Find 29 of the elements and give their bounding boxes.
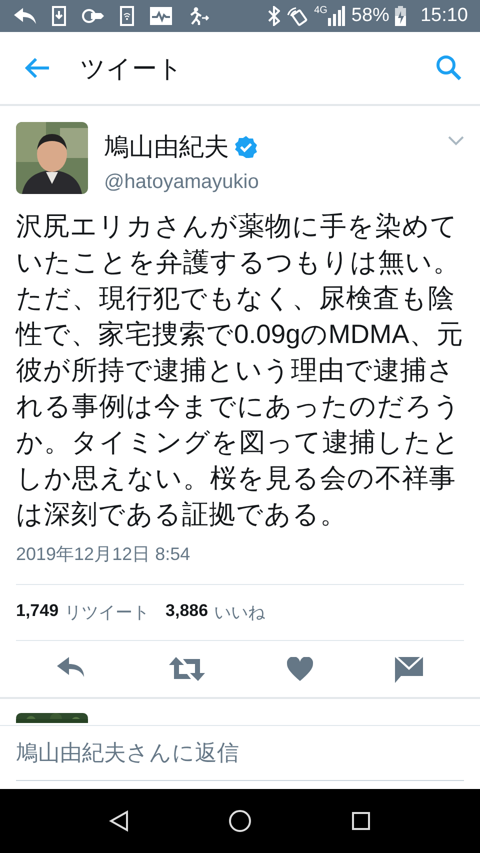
running-person-icon [188, 7, 210, 25]
reply-input-field[interactable]: 鳩山由紀夫さんに返信 [16, 726, 464, 781]
signal-icon [327, 6, 346, 26]
user-name: 鳩山由紀夫 [104, 132, 229, 163]
key-icon [82, 8, 104, 24]
message-button[interactable] [395, 657, 423, 683]
bluetooth-icon [268, 6, 280, 26]
stat-label: リツイート [64, 602, 150, 624]
retweet-button[interactable] [169, 657, 205, 683]
user-handle: @hatoyamayukio [104, 171, 260, 194]
stat-label: いいね [214, 602, 266, 624]
search-button[interactable] [436, 55, 462, 81]
stat-count: 3,886 [166, 601, 208, 622]
activity-icon [150, 7, 172, 25]
reply-arrow-icon [14, 8, 36, 24]
battery-percent: 58% [351, 5, 390, 27]
clock-time: 15:10 [420, 5, 468, 27]
home-button[interactable] [228, 809, 252, 833]
battery-icon [395, 6, 406, 26]
recent-apps-button[interactable] [350, 811, 371, 831]
wifi-phone-icon [120, 6, 134, 26]
network-type-label: 4G [314, 6, 328, 16]
tweet-timestamp: 2019年12月12日 8:54 [16, 543, 192, 566]
like-button[interactable] [287, 657, 313, 683]
tweet-text: 沢尻エリカさんが薬物に手を染めていたことを弁護するつもりは無い。ただ、現行犯でもなく、尿検査も陰性で、家宅捜索で0.09gのMDMA、元彼が所持で逮捕という理由で逮捕される事例は今までにあったのだろうか。タイミングを図って逮捕したとしか思えない。桜を見る会の不祥事は深刻である証拠である。 [16, 210, 464, 531]
nfc-icon [286, 6, 308, 26]
download-icon [52, 6, 66, 26]
screen-title: ツイート [80, 54, 184, 84]
stat-count: 1,749 [16, 601, 59, 622]
